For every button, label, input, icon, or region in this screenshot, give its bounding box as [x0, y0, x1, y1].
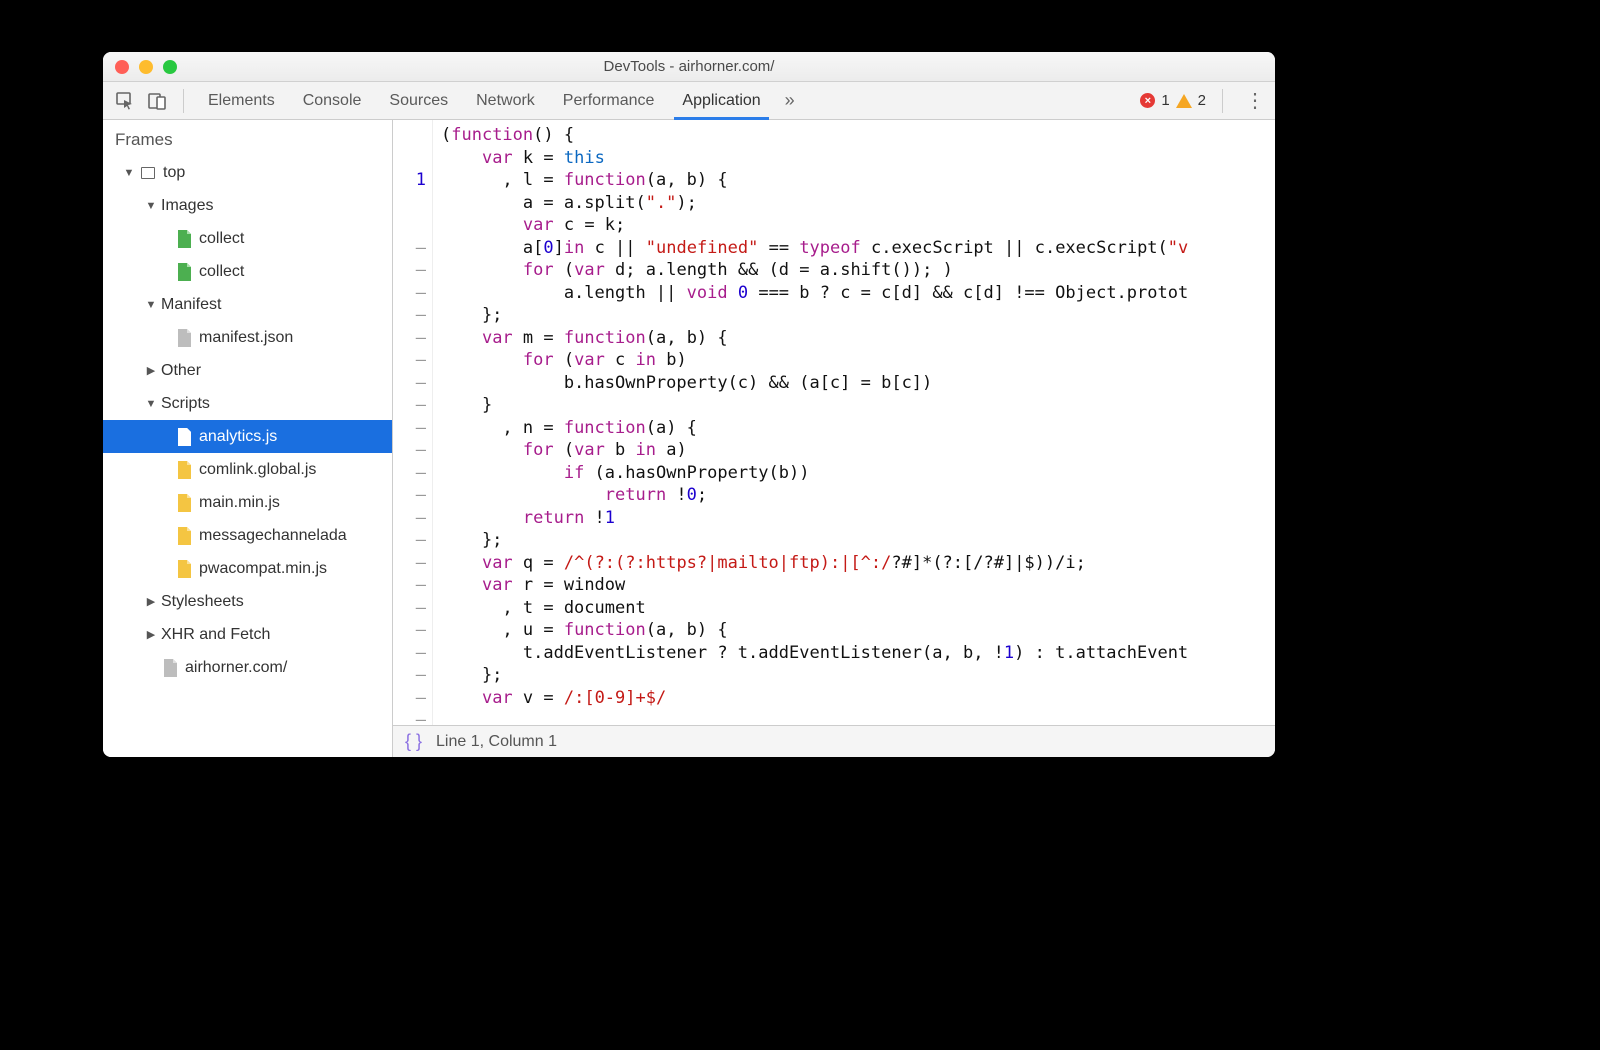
tree-label: analytics.js — [199, 428, 277, 446]
devtools-window: DevTools - airhorner.com/ Elements Conso… — [103, 52, 1275, 757]
tab-elements[interactable]: Elements — [194, 82, 289, 119]
tree-label: Scripts — [161, 395, 210, 413]
line-number: 1 — [393, 169, 426, 192]
tree-label: comlink.global.js — [199, 461, 316, 479]
chevron-right-icon: ▶ — [145, 595, 157, 608]
chevron-down-icon: ▼ — [145, 299, 157, 311]
code-area[interactable]: 1 –––––––––––––––––––––––– (function() {… — [393, 120, 1275, 725]
tab-console[interactable]: Console — [289, 82, 376, 119]
image-file-icon — [175, 230, 193, 248]
tab-application[interactable]: Application — [668, 82, 774, 119]
close-window-button[interactable] — [115, 60, 129, 74]
sidebar-header: Frames — [103, 120, 392, 156]
tree-label: messagechannelada — [199, 527, 347, 545]
tree-item-top[interactable]: ▼ top — [103, 156, 392, 189]
tab-sources[interactable]: Sources — [375, 82, 462, 119]
document-file-icon — [175, 329, 193, 347]
tree-item-images[interactable]: ▼ Images — [103, 189, 392, 222]
panel-tabs: Elements Console Sources Network Perform… — [194, 82, 805, 119]
tree-item-file[interactable]: analytics.js — [103, 420, 392, 453]
warning-count: 2 — [1198, 92, 1206, 109]
toolbar-separator — [1222, 89, 1223, 113]
tree-label: top — [163, 164, 185, 182]
tree-label: Manifest — [161, 296, 221, 314]
frames-tree: ▼ top ▼ Images collect collect ▼ — [103, 156, 392, 684]
titlebar: DevTools - airhorner.com/ — [103, 52, 1275, 82]
tree-label: manifest.json — [199, 329, 293, 347]
cursor-position: Line 1, Column 1 — [436, 733, 557, 751]
chevron-down-icon: ▼ — [123, 167, 135, 179]
chevron-down-icon: ▼ — [145, 200, 157, 212]
tree-item-manifest[interactable]: ▼ Manifest — [103, 288, 392, 321]
tree-item-xhr[interactable]: ▶ XHR and Fetch — [103, 618, 392, 651]
device-toolbar-icon[interactable] — [143, 87, 171, 115]
zoom-window-button[interactable] — [163, 60, 177, 74]
tree-item-file[interactable]: pwacompat.min.js — [103, 552, 392, 585]
script-file-icon — [175, 494, 193, 512]
error-count: 1 — [1161, 92, 1169, 109]
editor-statusbar: { } Line 1, Column 1 — [393, 725, 1275, 757]
tree-label: XHR and Fetch — [161, 626, 270, 644]
tree-item-file[interactable]: manifest.json — [103, 321, 392, 354]
tree-item-file[interactable]: ▶ airhorner.com/ — [103, 651, 392, 684]
script-file-icon — [175, 428, 193, 446]
document-file-icon — [161, 659, 179, 677]
tree-label: pwacompat.min.js — [199, 560, 327, 578]
window-controls — [115, 60, 177, 74]
tree-item-stylesheets[interactable]: ▶ Stylesheets — [103, 585, 392, 618]
tree-item-file[interactable]: collect — [103, 222, 392, 255]
kebab-menu-icon[interactable]: ⋮ — [1245, 88, 1265, 113]
tree-item-file[interactable]: main.min.js — [103, 486, 392, 519]
script-file-icon — [175, 461, 193, 479]
pretty-print-icon[interactable]: { } — [405, 731, 422, 752]
devtools-tabbar: Elements Console Sources Network Perform… — [103, 82, 1275, 120]
tree-label: airhorner.com/ — [185, 659, 287, 677]
toolbar-separator — [183, 89, 184, 113]
tree-label: collect — [199, 263, 244, 281]
chevron-right-icon: ▶ — [145, 628, 157, 641]
chevron-right-icon: ▶ — [145, 364, 157, 377]
minimize-window-button[interactable] — [139, 60, 153, 74]
warning-badge-icon[interactable] — [1176, 94, 1192, 108]
tab-network[interactable]: Network — [462, 82, 549, 119]
tree-item-scripts[interactable]: ▼ Scripts — [103, 387, 392, 420]
tree-item-file[interactable]: comlink.global.js — [103, 453, 392, 486]
frames-sidebar: Frames ▼ top ▼ Images collect collect — [103, 120, 393, 757]
tree-label: collect — [199, 230, 244, 248]
tree-label: Other — [161, 362, 201, 380]
error-badge-icon[interactable]: × — [1140, 93, 1155, 108]
tree-item-other[interactable]: ▶ Other — [103, 354, 392, 387]
tree-label: Images — [161, 197, 213, 215]
script-file-icon — [175, 560, 193, 578]
script-file-icon — [175, 527, 193, 545]
tree-label: Stylesheets — [161, 593, 244, 611]
image-file-icon — [175, 263, 193, 281]
tree-item-file[interactable]: messagechannelada — [103, 519, 392, 552]
code-content[interactable]: (function() { var k = this , l = functio… — [433, 120, 1188, 725]
frame-icon — [139, 164, 157, 182]
tree-item-file[interactable]: collect — [103, 255, 392, 288]
tab-performance[interactable]: Performance — [549, 82, 669, 119]
chevron-down-icon: ▼ — [145, 398, 157, 410]
source-editor: 1 –––––––––––––––––––––––– (function() {… — [393, 120, 1275, 757]
window-title: DevTools - airhorner.com/ — [103, 58, 1275, 75]
inspect-element-icon[interactable] — [111, 87, 139, 115]
tree-label: main.min.js — [199, 494, 280, 512]
more-tabs-button[interactable]: » — [775, 82, 805, 119]
line-gutter: 1 –––––––––––––––––––––––– — [393, 120, 433, 725]
